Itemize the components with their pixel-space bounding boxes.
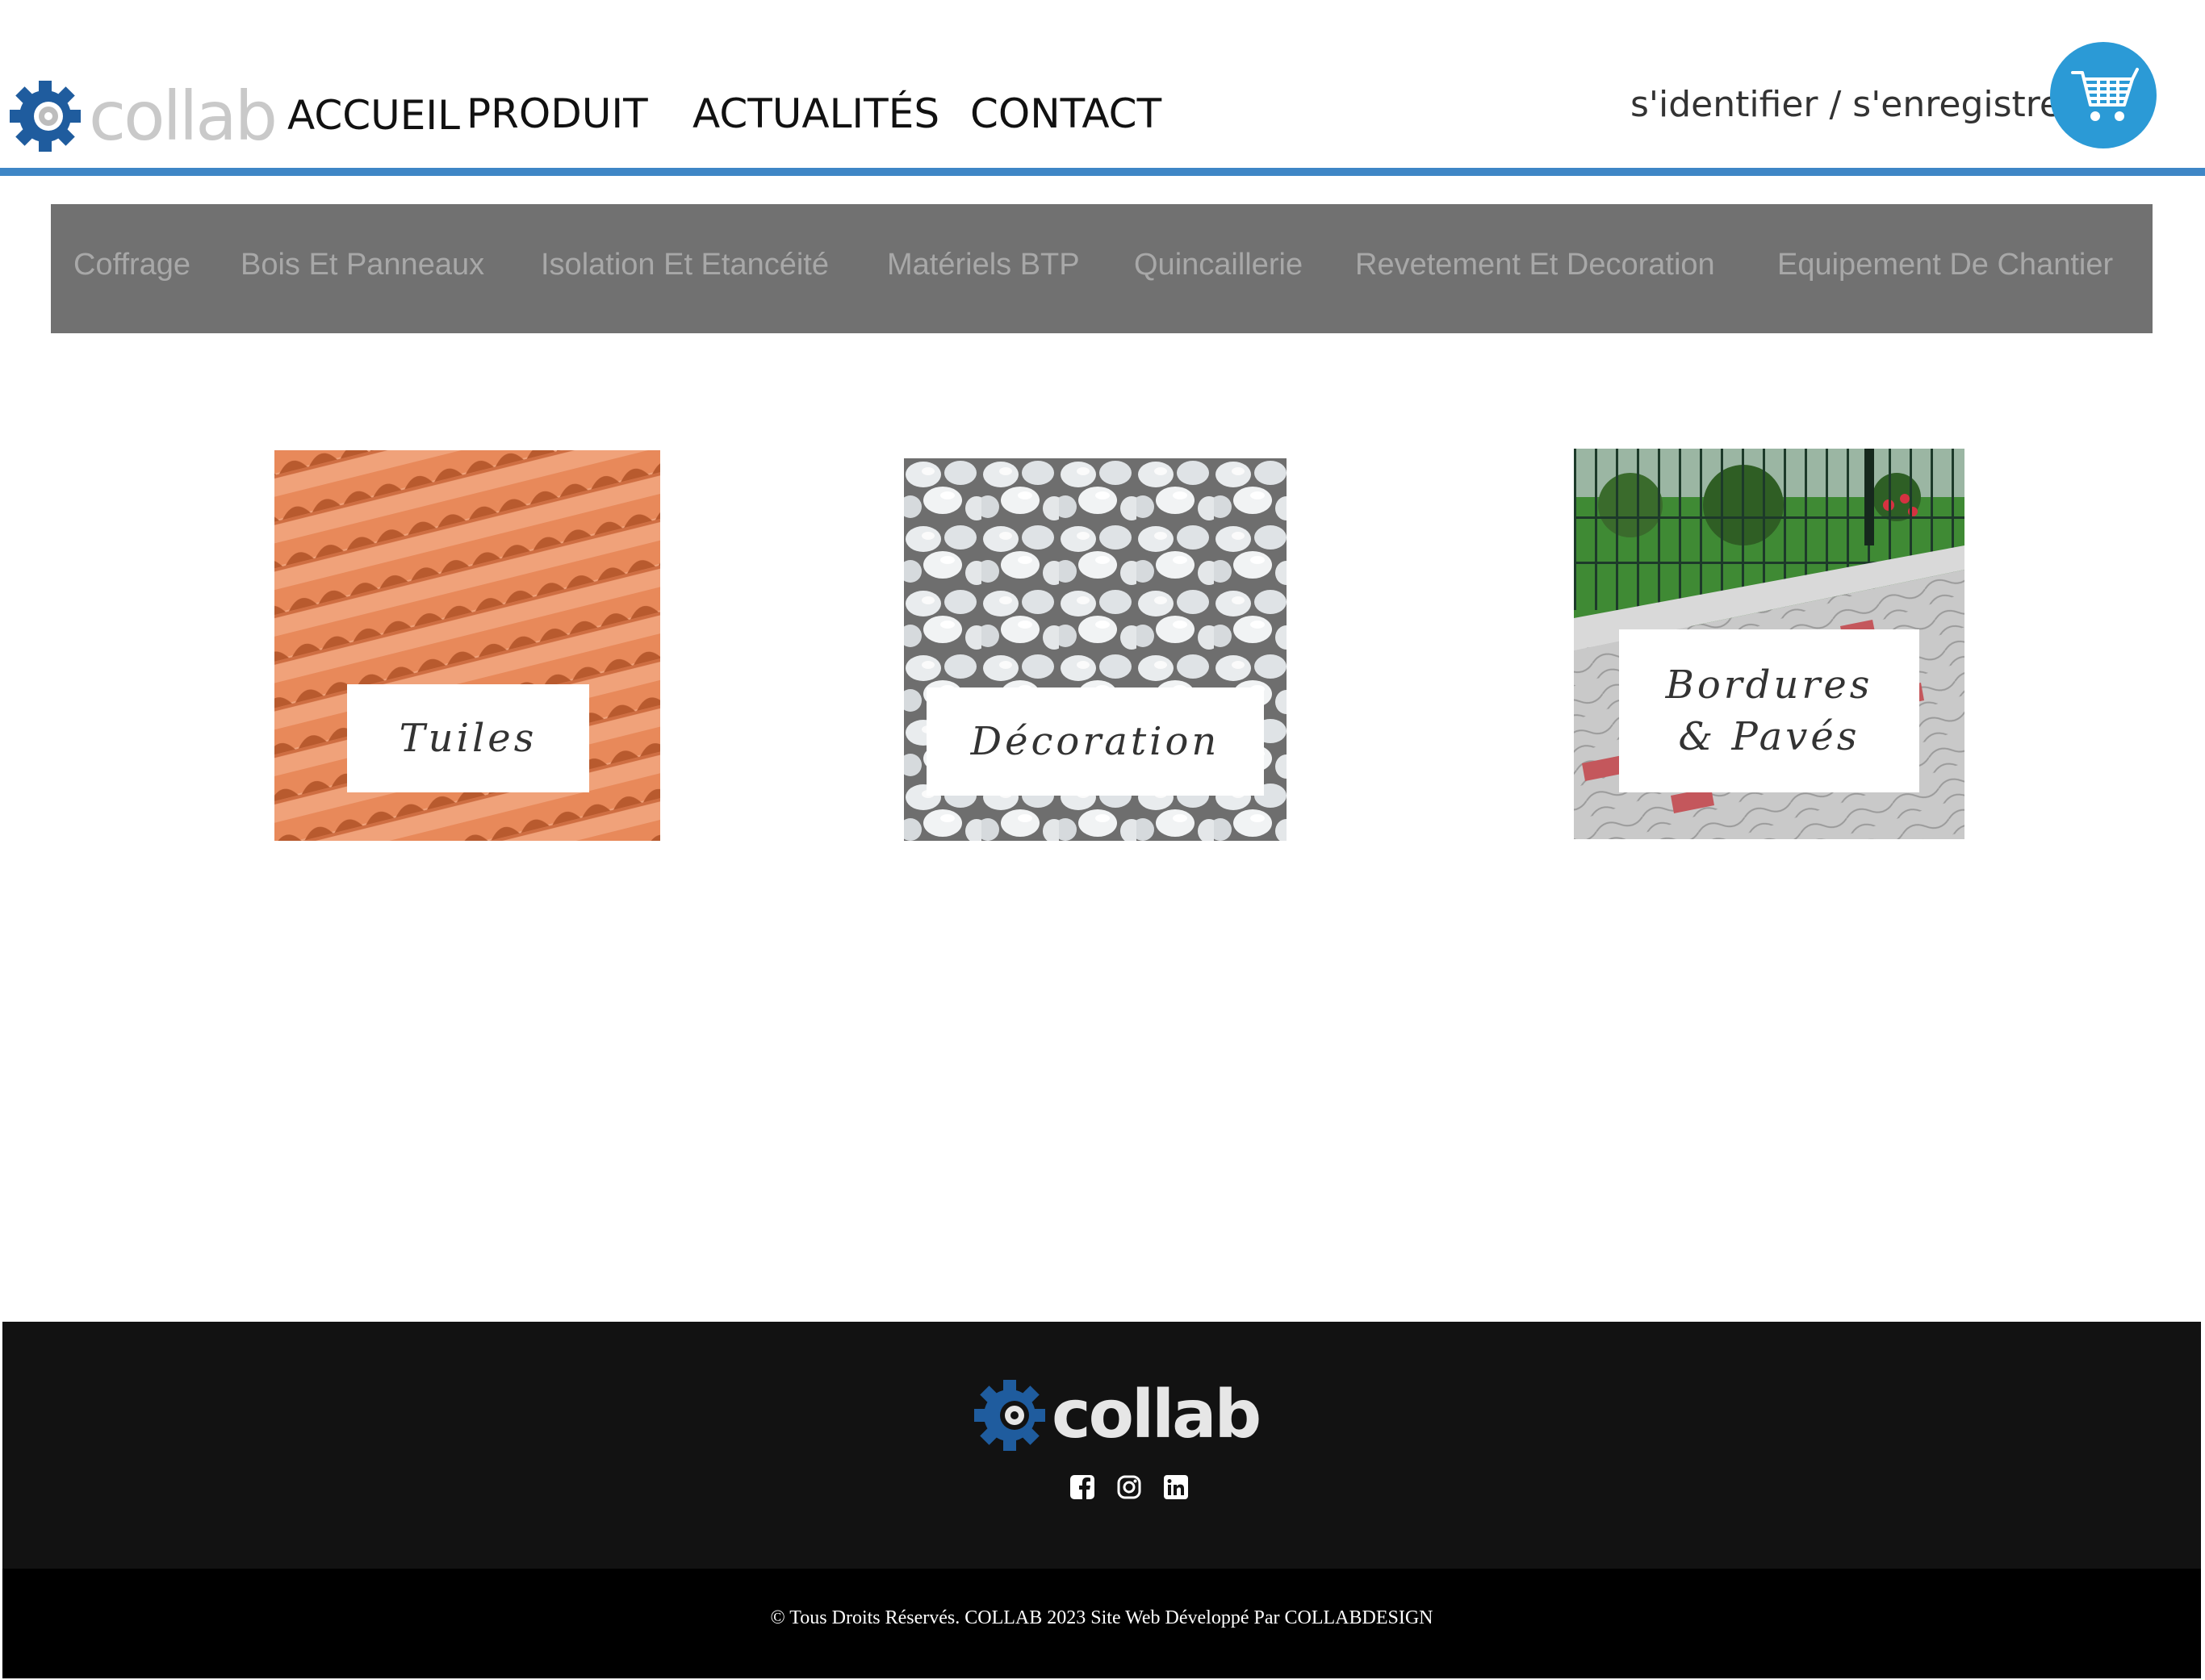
tile-label-text-line2: & Pavés — [1678, 714, 1860, 759]
gear-icon — [974, 1380, 1045, 1451]
footer-copyright-bar: © Tous Droits Réservés. COLLAB 2023 Site… — [2, 1569, 2201, 1678]
tile-label-text: Décoration — [970, 719, 1220, 764]
category-bois-et-panneaux[interactable]: Bois Et Panneaux — [241, 248, 484, 282]
tile-tuiles[interactable]: Tuiles — [274, 450, 660, 841]
tile-decoration[interactable]: Décoration — [904, 458, 1287, 841]
linkedin-icon[interactable] — [1164, 1475, 1188, 1499]
tile-label: Bordures & Pavés — [1619, 629, 1919, 792]
header-divider — [0, 168, 2205, 176]
tile-label: Décoration — [927, 687, 1264, 796]
logo[interactable]: collab — [6, 77, 278, 155]
login-register-link[interactable]: s'identifier / s'enregistrer — [1630, 84, 2076, 125]
footer: collab — [2, 1322, 2201, 1569]
category-coffrage[interactable]: Coffrage — [73, 248, 190, 282]
nav-actualites[interactable]: ACTUALITÉS — [692, 90, 939, 137]
cart-button[interactable] — [2050, 42, 2157, 148]
category-isolation-et-etanceite[interactable]: Isolation Et Etancéité — [541, 248, 829, 282]
gear-icon — [10, 81, 81, 152]
nav-produit[interactable]: PRODUIT — [467, 90, 648, 137]
logo-text: collab — [89, 77, 278, 156]
footer-logo-text: collab — [1052, 1377, 1261, 1453]
instagram-icon[interactable] — [1117, 1475, 1141, 1499]
tile-label: Tuiles — [347, 684, 589, 792]
category-equipement-de-chantier[interactable]: Equipement De Chantier — [1777, 248, 2113, 282]
category-revetement-et-decoration[interactable]: Revetement Et Decoration — [1355, 248, 1715, 282]
tile-label-text-line1: Bordures — [1665, 662, 1873, 708]
footer-logo[interactable]: collab — [971, 1375, 1261, 1456]
facebook-icon[interactable] — [1070, 1475, 1094, 1499]
tile-bordures-paves[interactable]: Bordures & Pavés — [1574, 449, 1964, 839]
tile-label-text: Tuiles — [399, 716, 538, 761]
category-materiels-btp[interactable]: Matériels BTP — [887, 248, 1080, 282]
category-menu: Coffrage Bois Et Panneaux Isolation Et E… — [51, 204, 2153, 333]
cart-icon — [2071, 68, 2139, 121]
nav-contact[interactable]: CONTACT — [970, 90, 1161, 137]
category-quincaillerie[interactable]: Quincaillerie — [1134, 248, 1303, 282]
copyright-text: © Tous Droits Réservés. COLLAB 2023 Site… — [770, 1607, 1433, 1628]
site-header: collab ACCUEIL PRODUIT ACTUALITÉS CONTAC… — [0, 0, 2205, 169]
nav-accueil[interactable]: ACCUEIL — [287, 92, 460, 139]
